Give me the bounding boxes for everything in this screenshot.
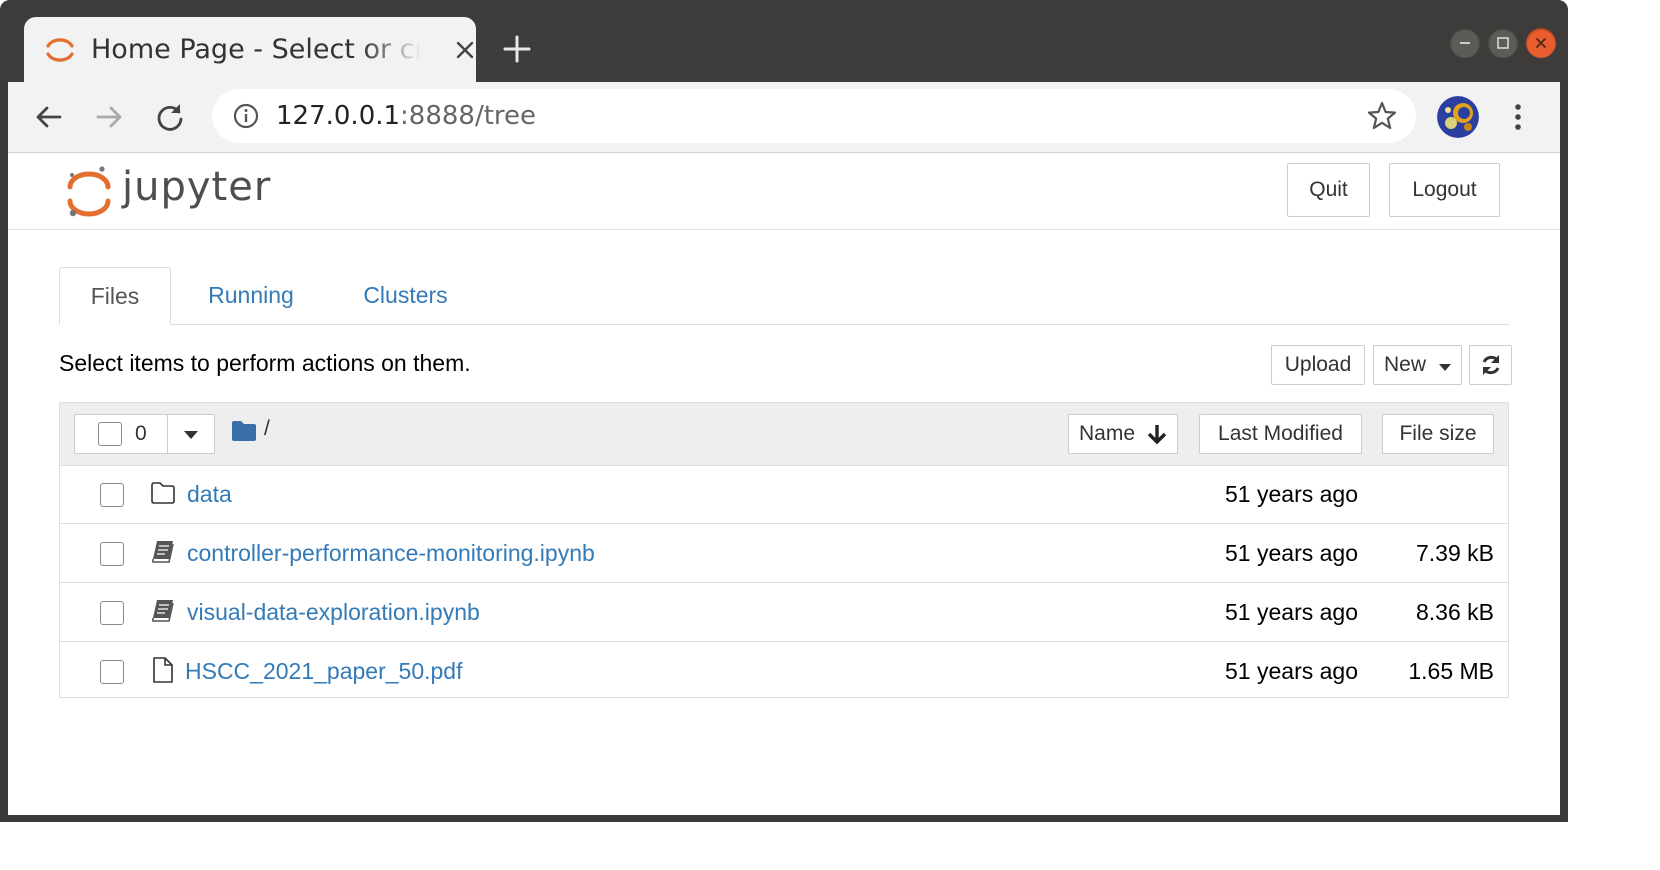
folder-outline-icon [151, 482, 175, 504]
url-host: 127.0.0.1 [276, 101, 401, 131]
sort-name-label: Name [1079, 422, 1136, 445]
caret-down-icon [1439, 364, 1451, 371]
list-item[interactable]: data 51 years ago [60, 465, 1508, 524]
item-size: 7.39 kB [1416, 540, 1494, 566]
minimize-icon [1460, 42, 1470, 44]
item-modified: 51 years ago [1225, 540, 1358, 566]
new-tab-icon[interactable] [500, 32, 534, 66]
browser-titlebar: Home Page - Select or create a notebook [0, 0, 1568, 82]
item-name-link[interactable]: visual-data-exploration.ipynb [187, 597, 480, 627]
address-bar[interactable]: 127.0.0.1:8888/tree [212, 89, 1416, 143]
close-tab-icon[interactable] [454, 39, 476, 61]
tab-files[interactable]: Files [59, 267, 171, 325]
sort-by-size-button[interactable]: File size [1382, 414, 1494, 454]
quit-button[interactable]: Quit [1287, 163, 1370, 217]
profile-avatar[interactable] [1437, 96, 1479, 138]
selection-hint: Select items to perform actions on them. [59, 350, 471, 376]
list-item[interactable]: visual-data-exploration.ipynb 51 years a… [60, 583, 1508, 642]
url-path: :8888/tree [400, 101, 537, 131]
item-checkbox[interactable] [100, 601, 124, 625]
main-tabs: Files Running Clusters [59, 267, 1509, 325]
jupyter-page: jupyter Quit Logout Files Running Cluste… [8, 153, 1560, 815]
item-checkbox[interactable] [100, 542, 124, 566]
list-item[interactable]: HSCC_2021_paper_50.pdf 51 years ago 1.65… [60, 642, 1508, 700]
tab-running[interactable]: Running [187, 267, 315, 324]
item-name-link[interactable]: HSCC_2021_paper_50.pdf [185, 656, 462, 686]
forward-arrow-icon[interactable] [92, 100, 126, 134]
back-arrow-icon[interactable] [32, 100, 66, 134]
jupyter-logo-icon [67, 166, 111, 217]
browser-tab[interactable]: Home Page - Select or create a notebook [24, 17, 476, 82]
select-all-checkbox[interactable] [98, 422, 122, 446]
browser-toolbar: 127.0.0.1:8888/tree [8, 82, 1560, 153]
list-item[interactable]: controller-performance-monitoring.ipynb … [60, 524, 1508, 583]
file-list-header: 0 / Name Last Modified File size [60, 403, 1508, 466]
breadcrumb-root[interactable]: / [264, 417, 270, 441]
select-group-divider [167, 415, 168, 453]
jupyter-header: jupyter Quit Logout [8, 153, 1560, 230]
tab-title: Home Page - Select or create a notebook [91, 34, 421, 65]
selected-count: 0 [135, 422, 147, 445]
item-size: 1.65 MB [1408, 658, 1494, 684]
select-menu-caret-icon[interactable] [183, 430, 199, 440]
info-icon[interactable] [232, 102, 260, 130]
item-checkbox[interactable] [100, 660, 124, 684]
item-modified: 51 years ago [1225, 658, 1358, 684]
item-size: 8.36 kB [1416, 599, 1494, 625]
notebook-icon [152, 541, 174, 563]
file-icon [153, 657, 173, 683]
folder-icon[interactable] [231, 420, 257, 442]
arrow-down-icon [1147, 425, 1167, 445]
maximize-icon [1497, 37, 1509, 49]
minimize-button[interactable] [1450, 28, 1480, 58]
logo-text: jupyter [122, 164, 272, 210]
item-name-link[interactable]: controller-performance-monitoring.ipynb [187, 538, 595, 568]
item-checkbox[interactable] [100, 483, 124, 507]
file-list: 0 / Name Last Modified File size data 51… [59, 402, 1509, 698]
notebook-icon [152, 600, 174, 622]
upload-button[interactable]: Upload [1271, 345, 1365, 385]
maximize-button[interactable] [1488, 28, 1518, 58]
bookmark-star-icon[interactable] [1366, 100, 1398, 132]
item-modified: 51 years ago [1225, 481, 1358, 507]
refresh-icon [1482, 355, 1499, 375]
tab-clusters[interactable]: Clusters [343, 267, 468, 324]
refresh-button[interactable] [1469, 345, 1512, 385]
sort-by-modified-button[interactable]: Last Modified [1199, 414, 1362, 454]
new-dropdown-button[interactable]: New [1373, 345, 1462, 385]
new-button-label: New [1384, 353, 1427, 376]
item-name-link[interactable]: data [187, 479, 232, 509]
reload-icon[interactable] [153, 100, 187, 134]
jupyter-favicon-icon [46, 38, 74, 62]
close-window-button[interactable] [1526, 28, 1556, 58]
close-icon [1535, 37, 1547, 49]
select-all-group: 0 [74, 414, 215, 454]
browser-window: Home Page - Select or create a notebook [0, 0, 1568, 822]
jupyter-logo[interactable]: jupyter [64, 163, 274, 221]
item-modified: 51 years ago [1225, 599, 1358, 625]
avatar-icon [1437, 96, 1479, 138]
sort-by-name-button[interactable]: Name [1068, 414, 1178, 454]
browser-menu-icon[interactable] [1506, 100, 1530, 134]
logout-button[interactable]: Logout [1389, 163, 1500, 217]
url-text: 127.0.0.1:8888/tree [276, 99, 536, 133]
